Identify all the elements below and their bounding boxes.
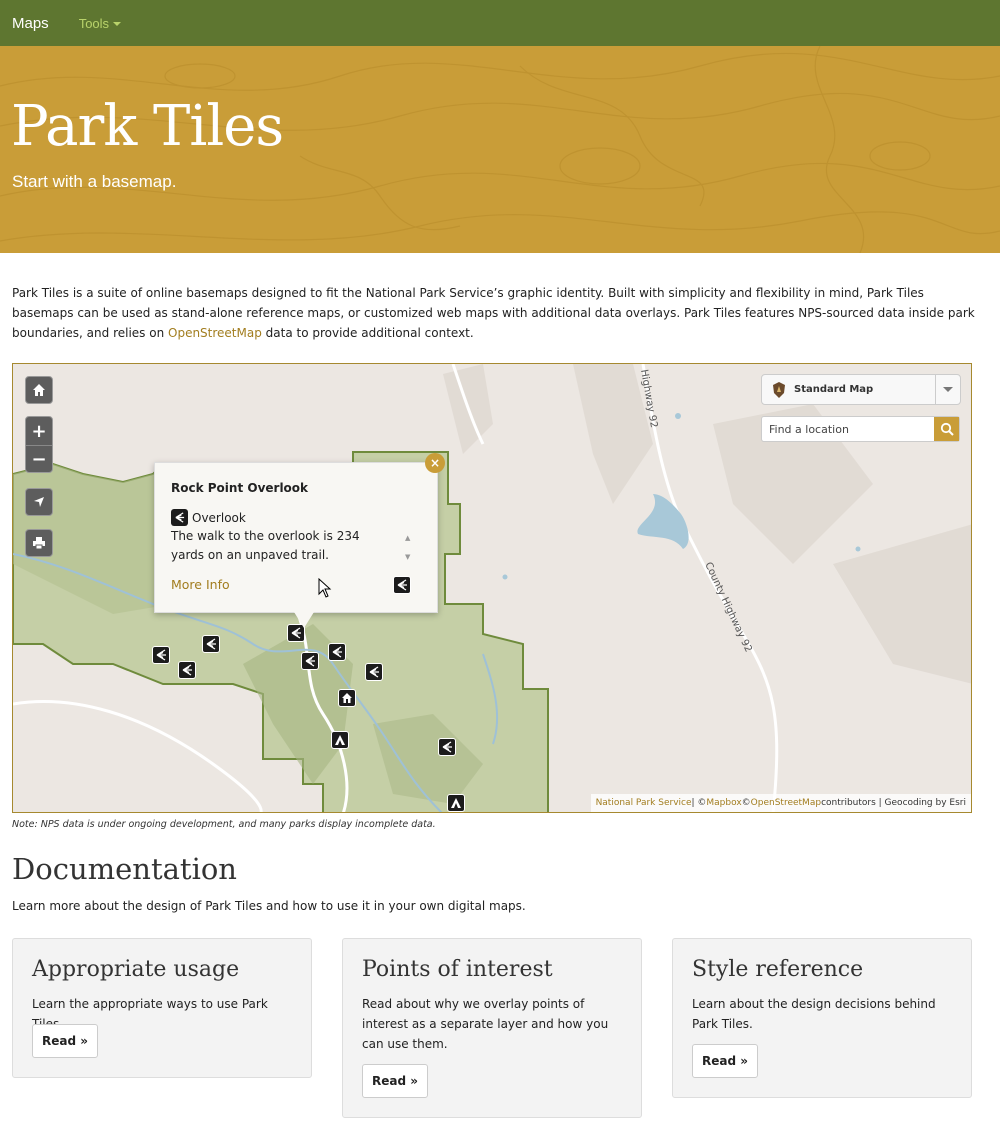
osm-attribution-link[interactable]: OpenStreetMap <box>751 798 821 808</box>
road-label-county-highway-92: County Highway 92 <box>702 561 753 654</box>
mapbox-link[interactable]: Mapbox <box>706 798 741 808</box>
chevron-down-icon <box>943 387 953 392</box>
search-input[interactable] <box>762 417 934 441</box>
documentation-subtitle: Learn more about the design of Park Tile… <box>12 899 526 913</box>
zoom-out-button[interactable]: − <box>26 445 52 473</box>
poi-popup: Rock Point Overlook Overlook The walk to… <box>154 462 438 613</box>
zoom-in-button[interactable]: + <box>26 417 52 445</box>
intro-paragraph: Park Tiles is a suite of online basemaps… <box>12 283 977 343</box>
page-title: Park Tiles <box>11 94 284 159</box>
read-button[interactable]: Read » <box>362 1064 428 1098</box>
openstreetmap-link[interactable]: OpenStreetMap <box>168 326 262 340</box>
intro-text: Park Tiles is a suite of online basemaps… <box>12 286 975 340</box>
zoom-control: + − <box>25 416 53 473</box>
print-icon <box>33 537 45 550</box>
overlook-poi-icon[interactable] <box>178 661 196 679</box>
data-note: Note: NPS data is under ongoing developm… <box>12 819 436 830</box>
overlook-poi-icon[interactable] <box>365 663 383 681</box>
lodging-poi-icon[interactable] <box>338 689 356 707</box>
locate-icon <box>34 497 44 507</box>
read-button[interactable]: Read » <box>692 1044 758 1078</box>
locate-button[interactable] <box>25 488 53 516</box>
map-view[interactable]: Highway 92 County Highway 92 + − Standar… <box>12 363 972 813</box>
basemap-selector[interactable]: Standard Map <box>761 374 961 405</box>
overlook-poi-icon[interactable] <box>152 646 170 664</box>
map-attribution: National Park Service | © Mapbox © OpenS… <box>590 794 971 812</box>
documentation-heading: Documentation <box>12 852 237 886</box>
overlook-poi-icon[interactable] <box>301 652 319 670</box>
overlook-poi-icon[interactable] <box>328 643 346 661</box>
hero-banner: Park Tiles Start with a basemap. <box>0 46 1000 253</box>
campground-poi-icon[interactable] <box>447 794 465 812</box>
popup-description: The walk to the overlook is 234 yards on… <box>171 529 360 562</box>
popup-close-button[interactable]: × <box>425 453 445 473</box>
search-icon <box>940 422 954 436</box>
caret-down-icon <box>113 22 122 26</box>
card-points-of-interest: Points of interest Read about why we ove… <box>342 938 642 1118</box>
card-title: Style reference <box>692 957 864 982</box>
card-style-reference: Style reference Learn about the design d… <box>672 938 972 1098</box>
nps-link[interactable]: National Park Service <box>596 798 692 808</box>
attribution-sep: © <box>741 798 751 808</box>
tools-label: Tools <box>78 15 110 31</box>
card-text: Read about why we overlay points of inte… <box>362 997 609 1051</box>
navbar: Maps Tools <box>0 0 1000 46</box>
mouse-cursor-icon <box>318 578 332 598</box>
popup-type-label: Overlook <box>192 510 246 525</box>
card-title: Appropriate usage <box>32 957 240 982</box>
overlook-poi-icon[interactable] <box>202 635 220 653</box>
popup-title: Rock Point Overlook <box>171 481 309 495</box>
card-text: Learn about the design decisions behind … <box>692 997 936 1031</box>
basemap-dropdown-arrow[interactable] <box>935 375 960 404</box>
card-appropriate-usage: Appropriate usage Learn the appropriate … <box>12 938 312 1078</box>
page-subtitle: Start with a basemap. <box>12 172 177 191</box>
intro-text-end: data to provide additional context. <box>261 326 474 340</box>
print-button[interactable] <box>25 529 53 557</box>
overlook-icon <box>393 576 411 594</box>
search-button[interactable] <box>934 417 959 441</box>
overlook-poi-icon[interactable] <box>438 738 456 756</box>
overlook-icon <box>171 509 188 526</box>
popup-tail <box>294 612 314 628</box>
more-info-link[interactable]: More Info <box>171 577 230 592</box>
tools-dropdown[interactable]: Tools <box>78 15 122 31</box>
nps-arrowhead-icon <box>773 381 785 398</box>
attribution-sep: | © <box>691 798 707 808</box>
popup-scrollbar[interactable]: ▲ ▼ <box>405 529 410 567</box>
home-button[interactable] <box>25 376 53 404</box>
location-search <box>761 416 960 442</box>
popup-type: Overlook <box>171 509 246 526</box>
brand-link[interactable]: Maps <box>12 15 49 32</box>
campground-poi-icon[interactable] <box>331 731 349 749</box>
home-icon <box>33 384 45 396</box>
attribution-rest: contributors | Geocoding by Esri <box>821 798 966 808</box>
basemap-selected: Standard Map <box>794 384 874 395</box>
read-button[interactable]: Read » <box>32 1024 98 1058</box>
card-title: Points of interest <box>362 957 553 982</box>
